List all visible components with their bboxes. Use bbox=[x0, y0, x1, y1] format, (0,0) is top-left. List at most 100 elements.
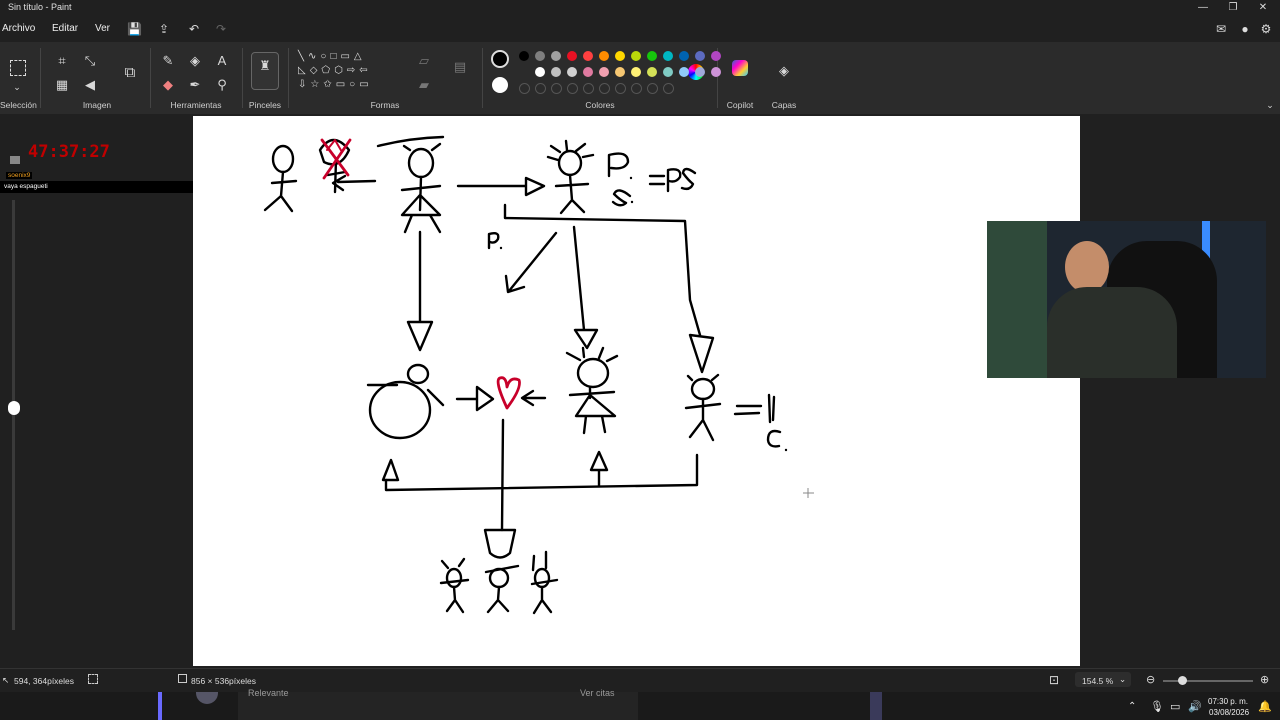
sort-relevant[interactable]: Relevante bbox=[248, 688, 289, 698]
arrow bbox=[504, 231, 558, 294]
settings-gear-icon[interactable]: ⚙ bbox=[1259, 22, 1273, 36]
custom-color-slot[interactable] bbox=[631, 83, 642, 94]
divider bbox=[40, 48, 41, 108]
color-swatch[interactable] bbox=[647, 67, 657, 77]
color-swatch[interactable] bbox=[551, 51, 561, 61]
letter-p bbox=[487, 231, 500, 250]
zoom-out-icon[interactable]: ⊖ bbox=[1146, 673, 1155, 686]
menu-view[interactable]: Ver bbox=[95, 23, 110, 34]
fill-bucket-icon[interactable]: ◈ bbox=[187, 54, 203, 68]
color-swatch[interactable] bbox=[615, 67, 625, 77]
select-all-icon[interactable]: ▦ bbox=[54, 78, 70, 92]
magnifier-icon[interactable]: ⚲ bbox=[214, 78, 230, 92]
collapse-icon[interactable] bbox=[10, 156, 20, 164]
secondary-color[interactable] bbox=[492, 77, 508, 93]
minimize-button[interactable]: — bbox=[1188, 0, 1218, 16]
color-swatch[interactable] bbox=[583, 67, 593, 77]
arrow bbox=[331, 174, 377, 192]
primary-color[interactable] bbox=[491, 50, 509, 68]
save-icon[interactable]: 💾 bbox=[127, 22, 142, 36]
zoom-dropdown[interactable]: 154.5 % ⌄ bbox=[1075, 672, 1131, 687]
color-swatch[interactable] bbox=[535, 51, 545, 61]
custom-color-slot[interactable] bbox=[599, 83, 610, 94]
image-resize-icon[interactable]: ⧉ bbox=[122, 65, 138, 80]
color-swatch[interactable] bbox=[663, 51, 673, 61]
color-swatch[interactable] bbox=[695, 51, 705, 61]
color-swatch[interactable] bbox=[679, 51, 689, 61]
color-picker-icon[interactable]: ✒ bbox=[187, 78, 203, 92]
vertical-slider-track[interactable] bbox=[12, 200, 15, 630]
restore-button[interactable]: ❐ bbox=[1218, 0, 1248, 16]
color-swatch[interactable] bbox=[599, 51, 609, 61]
zoom-in-icon[interactable]: ⊕ bbox=[1260, 673, 1269, 686]
app-icon[interactable] bbox=[196, 692, 218, 704]
menu-edit[interactable]: Editar bbox=[52, 23, 78, 34]
color-swatch[interactable] bbox=[711, 67, 721, 77]
color-swatch[interactable] bbox=[551, 67, 561, 77]
fit-to-window-icon[interactable]: ⊡ bbox=[1049, 673, 1059, 687]
group-layers-label: Capas bbox=[771, 100, 797, 110]
account-icon[interactable]: ● bbox=[1238, 22, 1252, 36]
group-shapes-label: Formas bbox=[370, 100, 400, 110]
custom-color-slot[interactable] bbox=[567, 83, 578, 94]
chevron-up-icon[interactable]: ⌃ bbox=[1128, 701, 1136, 712]
resize-icon[interactable]: ⤡ bbox=[82, 54, 98, 68]
share-icon[interactable]: ⇪ bbox=[157, 22, 171, 36]
color-swatch[interactable] bbox=[711, 51, 721, 61]
color-swatch[interactable] bbox=[599, 67, 609, 77]
notification-icon[interactable]: 🔔 bbox=[1258, 700, 1272, 713]
custom-color-slot[interactable] bbox=[551, 83, 562, 94]
crop-icon[interactable]: ⌗ bbox=[54, 54, 70, 68]
undo-icon[interactable]: ↶ bbox=[187, 22, 201, 36]
slider-handle[interactable] bbox=[8, 401, 20, 415]
display-icon[interactable]: ▭ bbox=[1170, 700, 1180, 713]
spiky-figure bbox=[546, 139, 595, 215]
color-swatch[interactable] bbox=[647, 51, 657, 61]
color-swatch[interactable] bbox=[519, 51, 529, 61]
microphone-icon[interactable]: 🎙 bbox=[1150, 700, 1164, 713]
chevron-down-icon[interactable]: ⌄ bbox=[9, 80, 25, 94]
custom-color-slot[interactable] bbox=[615, 83, 626, 94]
feedback-icon[interactable]: ✉ bbox=[1214, 22, 1228, 36]
color-swatch[interactable] bbox=[631, 51, 641, 61]
rotate-icon[interactable]: ◀ bbox=[82, 78, 98, 92]
custom-color-slot[interactable] bbox=[647, 83, 658, 94]
collapse-ribbon-icon[interactable]: ⌄ bbox=[1262, 98, 1278, 112]
volume-icon[interactable]: 🔊 bbox=[1188, 700, 1202, 713]
color-swatch[interactable] bbox=[631, 67, 641, 77]
zoom-slider-thumb[interactable] bbox=[1178, 676, 1187, 685]
color-swatch[interactable] bbox=[615, 51, 625, 61]
custom-color-slot[interactable] bbox=[519, 83, 530, 94]
color-swatch[interactable] bbox=[695, 67, 705, 77]
custom-color-slot[interactable] bbox=[663, 83, 674, 94]
shapes-gallery[interactable]: ╲∿○□▭△ ◺◇⬠⬡⇨⇦ ⇩☆✩▭○▭ bbox=[298, 50, 402, 96]
divider bbox=[150, 48, 151, 108]
stream-overlay-panel bbox=[0, 114, 193, 668]
pencil-icon[interactable]: ✎ bbox=[160, 54, 176, 68]
outline-icon[interactable]: ▱ bbox=[416, 54, 432, 68]
view-quotes-link[interactable]: Ver citas bbox=[580, 688, 615, 698]
arrow bbox=[520, 389, 547, 407]
redo-icon[interactable]: ↷ bbox=[214, 22, 228, 36]
drawing-canvas[interactable] bbox=[193, 116, 1080, 666]
custom-color-slot[interactable] bbox=[535, 83, 546, 94]
fill-icon[interactable]: ▰ bbox=[416, 78, 432, 92]
text-tool-icon[interactable]: A bbox=[214, 54, 230, 68]
custom-color-slot[interactable] bbox=[583, 83, 594, 94]
selection-rect-icon[interactable] bbox=[10, 60, 26, 76]
copilot-icon[interactable] bbox=[732, 60, 748, 76]
letter-p bbox=[607, 152, 630, 178]
color-swatch[interactable] bbox=[583, 51, 593, 61]
close-button[interactable]: ✕ bbox=[1248, 0, 1278, 16]
shape-options-icon[interactable]: ▤ bbox=[452, 60, 468, 74]
eraser-icon[interactable]: ◆ bbox=[160, 78, 176, 92]
menu-file[interactable]: Archivo bbox=[2, 23, 35, 34]
color-swatch[interactable] bbox=[535, 67, 545, 77]
layers-icon[interactable]: ◈ bbox=[776, 64, 792, 78]
color-swatch[interactable] bbox=[663, 67, 673, 77]
color-swatch[interactable] bbox=[679, 67, 689, 77]
color-swatch[interactable] bbox=[567, 51, 577, 61]
color-swatch[interactable] bbox=[567, 67, 577, 77]
brush-selector[interactable]: ♜ bbox=[251, 52, 279, 90]
zoom-slider[interactable] bbox=[1163, 680, 1253, 682]
